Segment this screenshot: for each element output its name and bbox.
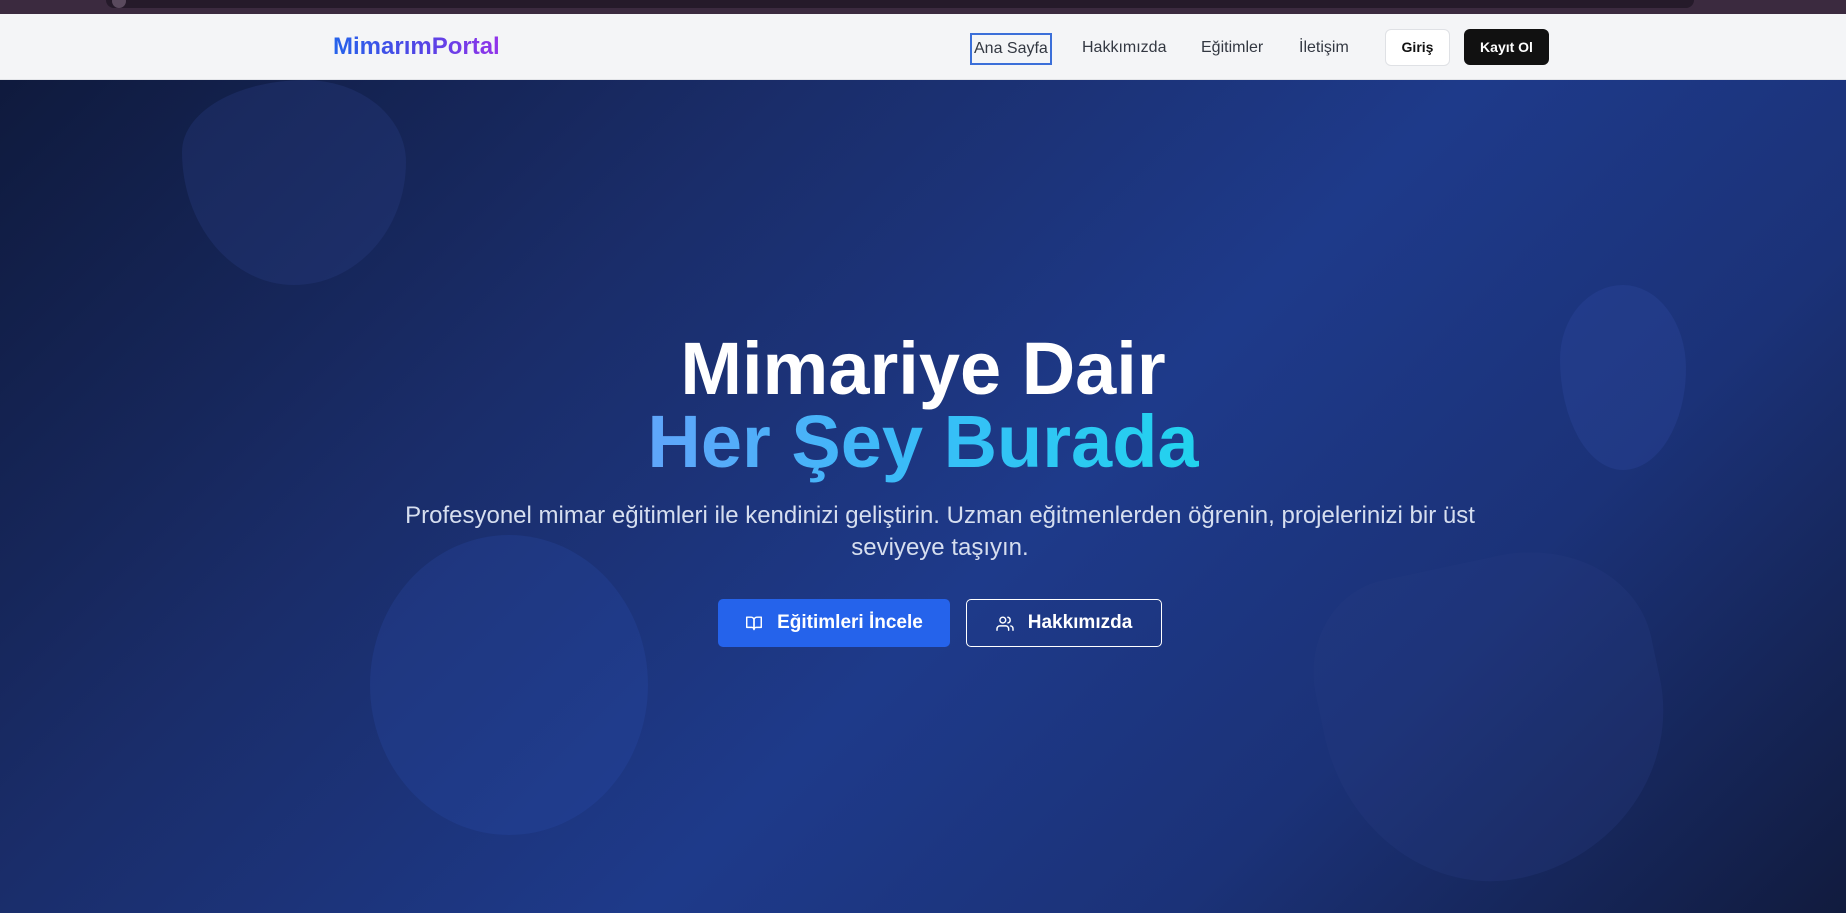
nav-link-about[interactable]: Hakkımızda [1082, 33, 1166, 63]
hero-subtitle: Her Şey Burada [0, 403, 1846, 481]
page: MimarımPortal Ana Sayfa Hakkımızda Eğiti… [0, 0, 1846, 913]
about-us-label: Hakkımızda [1027, 612, 1133, 633]
hero-title: Mimariye Dair [680, 327, 1166, 410]
decorative-blob [370, 535, 648, 835]
site-logo[interactable]: MimarımPortal [333, 32, 500, 62]
hero-description: Profesyonel mimar eğitimleri ile kendini… [405, 502, 1475, 561]
about-us-button[interactable]: Hakkımızda [966, 599, 1162, 647]
users-icon [995, 615, 1014, 631]
nav-link-home[interactable]: Ana Sayfa [970, 33, 1052, 65]
explore-courses-button[interactable]: Eğitimleri İncele [718, 599, 950, 647]
book-open-icon [745, 615, 763, 631]
nav-link-contact[interactable]: İletişim [1299, 33, 1349, 63]
decorative-blob [1295, 528, 1695, 912]
browser-top-strip [0, 0, 1846, 14]
nav-link-courses[interactable]: Eğitimler [1201, 33, 1263, 63]
login-button[interactable]: Giriş [1385, 29, 1450, 66]
decorative-blob [182, 80, 406, 285]
hero-section: Mimariye Dair Her Şey Burada Profesyonel… [0, 80, 1846, 913]
navbar: MimarımPortal Ana Sayfa Hakkımızda Eğiti… [0, 14, 1846, 80]
explore-courses-label: Eğitimleri İncele [777, 612, 923, 633]
register-button[interactable]: Kayıt Ol [1464, 29, 1549, 65]
hero-subtitle-text: Her Şey Burada [647, 400, 1199, 483]
browser-bar [106, 0, 1694, 8]
